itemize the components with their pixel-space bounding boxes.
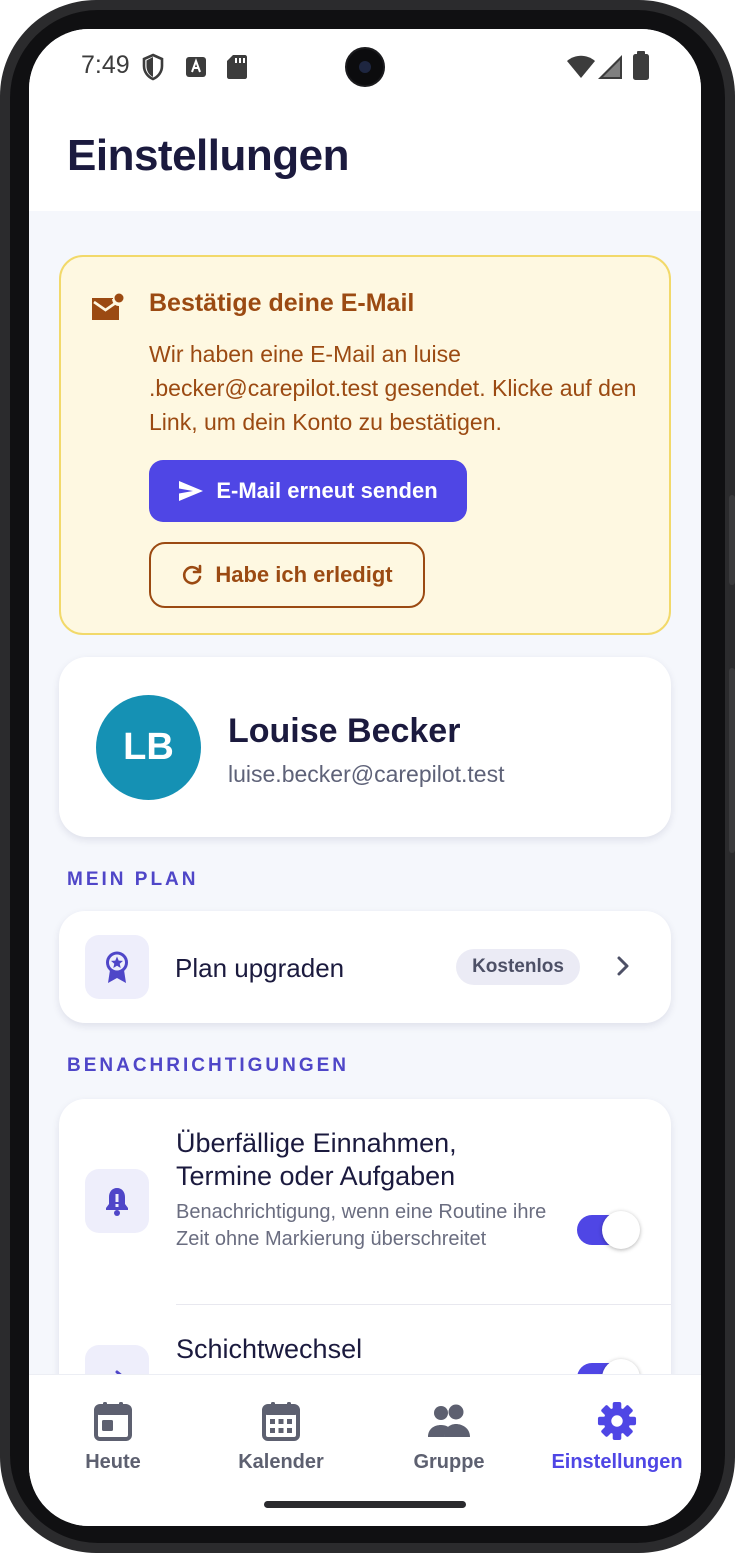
device-frame: 7:49 Einstellungen Bestätige deine E-Mai… [0, 0, 735, 1553]
verify-email-title: Bestätige deine E-Mail [149, 289, 415, 317]
plan-upgrade-label: Plan upgraden [175, 953, 345, 983]
power-button [729, 668, 735, 853]
plan-upgrade-item[interactable]: Plan upgraden Kostenlos [59, 911, 671, 1023]
verify-email-text: Wir haben eine E-Mail an luise .becker@c… [149, 341, 637, 435]
profile-name: Louise Becker [228, 712, 461, 750]
app-screen: 7:49 Einstellungen Bestätige deine E-Mai… [29, 29, 701, 1526]
toggle-knob [602, 1211, 640, 1249]
confirmed-label: Habe ich erledigt [215, 562, 393, 587]
award-icon [106, 951, 128, 983]
notif-icon-tile [85, 1169, 149, 1233]
notif-overdue-description: Benachrichtigung, wenn eine Routine ihre… [176, 1201, 547, 1250]
bell-icon [106, 1188, 128, 1216]
group-icon [428, 1404, 470, 1437]
signal-icon [598, 55, 622, 79]
send-icon [179, 481, 204, 501]
section-label-plan: MEIN PLAN [67, 869, 199, 890]
gear-icon [597, 1401, 637, 1441]
verify-email-banner: Bestätige deine E-Mail Wir haben eine E-… [59, 255, 671, 635]
divider [176, 1304, 671, 1305]
notif-overdue-toggle[interactable] [577, 1211, 640, 1249]
home-indicator[interactable] [264, 1501, 466, 1508]
volume-button [729, 495, 735, 585]
status-time: 7:49 [81, 51, 130, 79]
confirmed-button[interactable]: Habe ich erledigt [149, 542, 425, 608]
shield-icon [142, 53, 164, 81]
resend-email-label: E-Mail erneut senden [216, 478, 438, 503]
chevron-right-icon [617, 956, 629, 976]
nav-item-einstellungen[interactable]: Einstellungen [533, 1375, 701, 1485]
nav-item-kalender[interactable]: Kalender [197, 1375, 365, 1485]
plan-icon-tile [85, 935, 149, 999]
nav-label-gruppe: Gruppe [413, 1451, 485, 1473]
refresh-icon [183, 564, 202, 585]
mail-alert-icon [92, 293, 124, 320]
notif-overdue-title: Überfällige Einnahmen, Termine oder Aufg… [176, 1128, 457, 1191]
calendar-today-icon [94, 1402, 132, 1441]
nav-item-heute[interactable]: Heute [29, 1375, 197, 1485]
resend-email-button[interactable]: E-Mail erneut senden [149, 460, 467, 522]
calendar-month-icon [262, 1402, 300, 1441]
battery-icon [633, 51, 649, 80]
plan-badge: Kostenlos [456, 949, 580, 985]
profile-card[interactable]: LB Louise Becker luise.becker@carepilot.… [59, 657, 671, 837]
section-label-notifications: BENACHRICHTIGUNGEN [67, 1055, 349, 1076]
page-title: Einstellungen [67, 131, 349, 180]
nav-label-kalender: Kalender [238, 1451, 324, 1473]
app-header: Einstellungen [29, 109, 701, 211]
sd-card-icon [227, 55, 247, 79]
nav-label-heute: Heute [85, 1451, 141, 1473]
nav-item-gruppe[interactable]: Gruppe [365, 1375, 533, 1485]
font-a-icon [186, 57, 206, 77]
nav-label-einstellungen: Einstellungen [551, 1451, 683, 1473]
wifi-icon [567, 55, 595, 78]
notif-shift-title: Schichtwechsel [176, 1334, 363, 1364]
bottom-navigation: Heute Kalender Gruppe Einstellungen [29, 1375, 701, 1526]
profile-email: luise.becker@carepilot.test [228, 761, 505, 787]
front-camera [345, 47, 385, 87]
avatar: LB [96, 695, 201, 800]
status-bar: 7:49 [29, 29, 701, 109]
